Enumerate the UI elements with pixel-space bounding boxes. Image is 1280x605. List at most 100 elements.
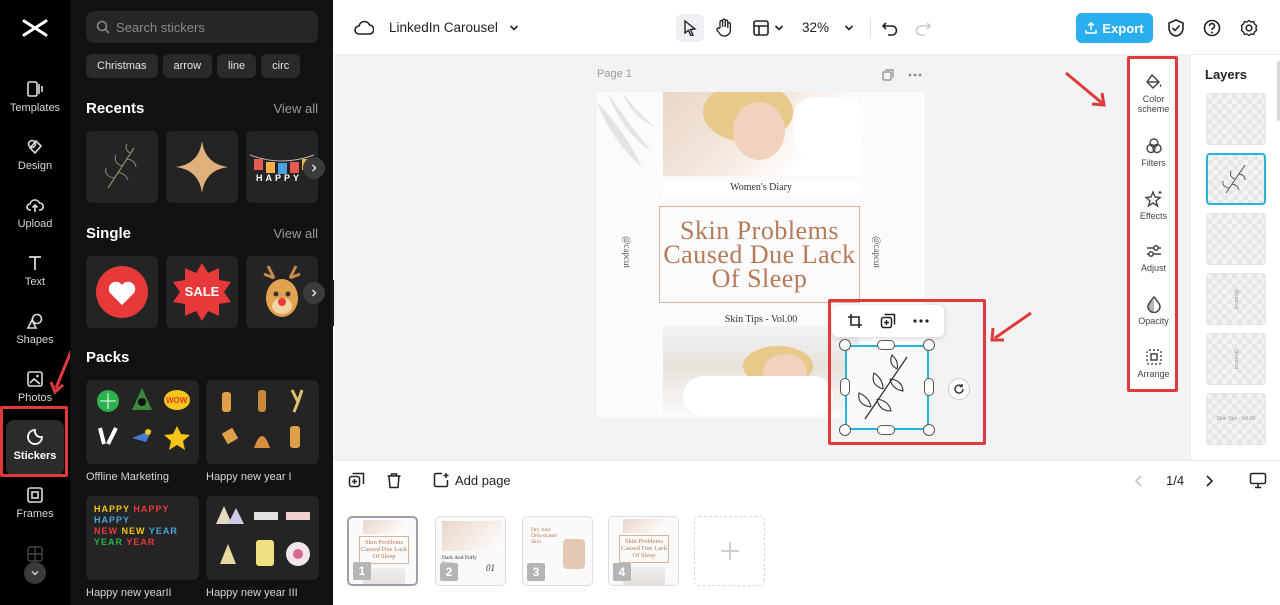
- rail-item-upload[interactable]: Upload: [0, 196, 70, 252]
- recents-title: Recents: [86, 100, 145, 117]
- layer-item[interactable]: [1206, 213, 1266, 265]
- trash-icon[interactable]: [386, 472, 402, 489]
- pack-wow-text: WOW: [166, 396, 188, 405]
- shapes-icon: [26, 313, 43, 329]
- page-thumb-1[interactable]: Skin Problems Caused Due Lack Of Sleep 1: [347, 516, 418, 586]
- layer-item[interactable]: Skin Tips - Vol.00: [1206, 393, 1266, 445]
- chevron-right-icon: [311, 289, 317, 297]
- export-button[interactable]: Export: [1076, 13, 1153, 43]
- sticker-sale[interactable]: SALE: [166, 256, 238, 328]
- right-vertical-handle[interactable]: @capcut: [872, 236, 882, 268]
- templates-icon: [27, 81, 43, 97]
- search-icon: [96, 20, 110, 34]
- layer-item[interactable]: @capcut: [1206, 333, 1266, 385]
- divider: [870, 18, 871, 38]
- cursor-icon: [684, 20, 697, 36]
- rail-expand-button[interactable]: [24, 562, 46, 584]
- single-scroll-right-button[interactable]: [303, 282, 325, 304]
- shield-check-icon[interactable]: [1167, 18, 1185, 38]
- chip-christmas[interactable]: Christmas: [86, 54, 158, 78]
- page-thumb-4[interactable]: Skin Problems Caused Due Lack Of Sleep 4: [608, 516, 679, 586]
- more-apps-icon[interactable]: [27, 546, 43, 562]
- heart-icon: [96, 266, 148, 318]
- chevron-right-icon: [311, 164, 317, 172]
- next-page-icon[interactable]: [1204, 474, 1214, 488]
- chip-arrow[interactable]: arrow: [162, 54, 213, 78]
- hand-tool-icon[interactable]: [715, 18, 733, 38]
- present-icon[interactable]: [1249, 472, 1267, 489]
- sticker-star[interactable]: [166, 131, 238, 203]
- page-filmstrip: Skin Problems Caused Due Lack Of Sleep 1…: [334, 500, 1280, 605]
- sticker-branch[interactable]: [86, 131, 158, 203]
- page-thumb-2[interactable]: Dark And Puffy Eyes 01 2: [435, 516, 506, 586]
- pack-happy-new-year-1[interactable]: [206, 380, 319, 464]
- single-view-all-link[interactable]: View all: [273, 226, 318, 241]
- rail-item-frames[interactable]: Frames: [0, 486, 70, 542]
- capcut-logo-icon[interactable]: [21, 16, 49, 40]
- thumb-number: 3: [527, 563, 545, 581]
- main-title-text[interactable]: Skin Problems Caused Due Lack Of Sleep: [660, 217, 859, 291]
- redo-icon[interactable]: [914, 19, 932, 37]
- pack-happy-new-year-2[interactable]: HAPPY HAPPY HAPPY NEW NEW YEAR YEAR YEAR: [86, 496, 199, 580]
- layer-item-selected[interactable]: [1206, 153, 1266, 205]
- layer-preview-text: @capcut: [1233, 349, 1239, 369]
- rail-item-design[interactable]: Design: [0, 138, 70, 194]
- chip-line[interactable]: line: [217, 54, 257, 78]
- chevron-down-icon[interactable]: [509, 23, 519, 33]
- thumb-number: 4: [613, 563, 631, 581]
- chip-circle[interactable]: circ: [261, 54, 301, 78]
- photo-woman-sleeping-top[interactable]: [663, 92, 863, 176]
- cloud-save-icon[interactable]: [354, 19, 374, 37]
- rail-item-templates[interactable]: Templates: [0, 80, 70, 136]
- rail-item-text[interactable]: Text: [0, 254, 70, 310]
- document-title[interactable]: LinkedIn Carousel: [389, 20, 498, 35]
- page-more-icon[interactable]: [908, 73, 922, 77]
- duplicate-page-icon[interactable]: [882, 69, 894, 81]
- page-thumb-3[interactable]: Dry And Dehydrated Skin 3: [522, 516, 593, 586]
- thumb-photo: [442, 521, 502, 551]
- left-vertical-handle[interactable]: @capcut: [622, 236, 632, 268]
- recents-scroll-right-button[interactable]: [303, 157, 325, 179]
- canvas-area[interactable]: Page 1 Women's Diary Skin Problems Cause…: [334, 55, 1190, 460]
- pack-label: Offline Marketing: [86, 471, 169, 483]
- title-frame[interactable]: Skin Problems Caused Due Lack Of Sleep: [659, 206, 860, 303]
- settings-gear-icon[interactable]: [1240, 19, 1258, 37]
- four-point-star-icon: [176, 141, 228, 193]
- pack-offline-marketing[interactable]: WOW: [86, 380, 199, 464]
- recents-view-all-link[interactable]: View all: [273, 101, 318, 116]
- top-bar: LinkedIn Carousel 32% Export: [334, 0, 1280, 55]
- thumb-photo: [563, 539, 585, 569]
- pack-happy-new-year-3[interactable]: [206, 496, 319, 580]
- stickers-panel: Christmasarrowlinecirc Recents View all …: [70, 0, 333, 605]
- pack-text: HAPPY HAPPY HAPPY NEW NEW YEAR YEAR YEAR: [94, 504, 178, 547]
- pillow-shape: [683, 376, 833, 416]
- pack-preview-icon: [221, 389, 304, 448]
- zoom-level[interactable]: 32%: [802, 20, 829, 35]
- diary-text[interactable]: Women's Diary: [663, 182, 859, 196]
- add-page-button[interactable]: Add page: [433, 472, 511, 488]
- search-box[interactable]: [86, 11, 318, 43]
- layer-item[interactable]: [1206, 93, 1266, 145]
- reindeer-icon: [263, 265, 301, 317]
- add-page-thumb-button[interactable]: [694, 516, 765, 586]
- layer-item[interactable]: @capcut: [1206, 273, 1266, 325]
- chevron-down-icon[interactable]: [844, 23, 854, 33]
- undo-icon[interactable]: [881, 19, 899, 37]
- design-icon: [27, 139, 43, 155]
- select-tool-button[interactable]: [676, 14, 704, 42]
- help-icon[interactable]: [1203, 19, 1221, 37]
- chevron-down-icon[interactable]: [774, 23, 784, 33]
- page-counter: 1/4: [1166, 473, 1185, 488]
- palm-shadow-icon: [597, 92, 655, 167]
- search-input[interactable]: [116, 19, 306, 35]
- rail-label: Text: [24, 276, 46, 288]
- left-rail: Templates Design Upload Text Shapes Phot…: [0, 0, 70, 605]
- bunting-text: HAPPY: [256, 173, 303, 183]
- rail-label: Templates: [9, 102, 61, 114]
- prev-page-icon[interactable]: [1134, 474, 1144, 488]
- tag-chips: Christmas arrow line circ: [86, 54, 318, 78]
- plus-icon: [720, 542, 739, 560]
- layout-icon[interactable]: [752, 19, 770, 37]
- sticker-heart[interactable]: [86, 256, 158, 328]
- duplicate-page-icon[interactable]: [348, 472, 365, 489]
